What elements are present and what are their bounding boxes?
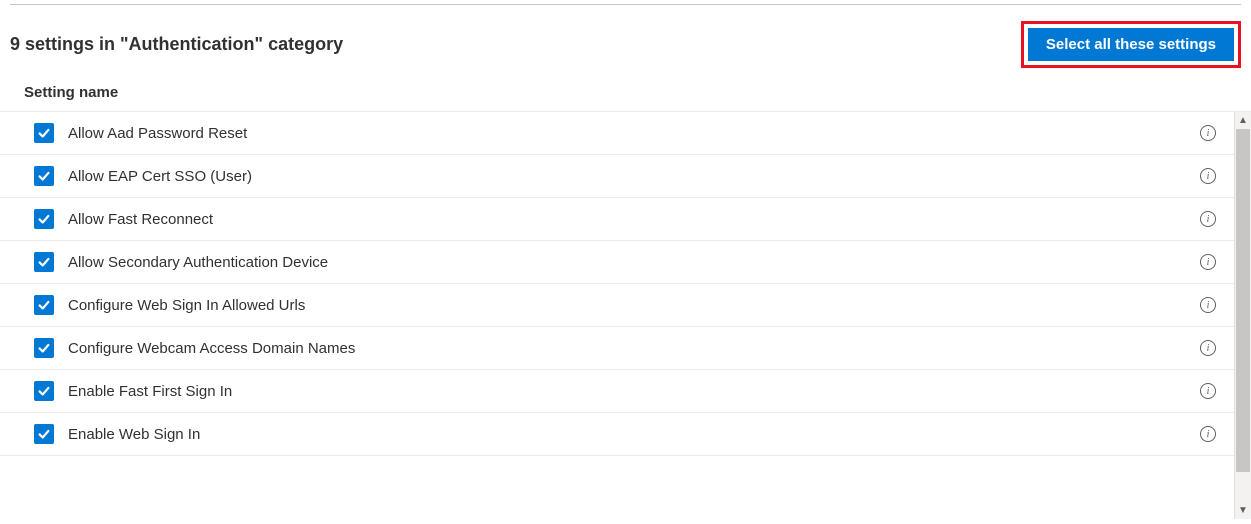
setting-row: Enable Web Sign In i: [0, 413, 1234, 456]
select-all-highlight: Select all these settings: [1021, 21, 1241, 68]
info-icon[interactable]: i: [1200, 254, 1216, 270]
column-header-setting-name: Setting name: [0, 80, 1251, 111]
scroll-down-arrow[interactable]: ▼: [1235, 502, 1251, 519]
checkbox[interactable]: [34, 424, 54, 444]
checkbox[interactable]: [34, 338, 54, 358]
checkbox[interactable]: [34, 166, 54, 186]
info-icon[interactable]: i: [1200, 426, 1216, 442]
info-icon[interactable]: i: [1200, 297, 1216, 313]
setting-row: Allow Fast Reconnect i: [0, 198, 1234, 241]
setting-row: Allow Secondary Authentication Device i: [0, 241, 1234, 284]
settings-list: Allow Aad Password ResetiAllow EAP Cert …: [0, 112, 1234, 519]
checkbox[interactable]: [34, 252, 54, 272]
setting-label: Configure Web Sign In Allowed Urls: [68, 297, 305, 314]
setting-row: Allow Aad Password Reset i: [0, 112, 1234, 155]
info-icon[interactable]: i: [1200, 168, 1216, 184]
category-title: 9 settings in "Authentication" category: [10, 34, 343, 55]
setting-label: Allow EAP Cert SSO (User): [68, 168, 252, 185]
scrollbar[interactable]: ▲ ▼: [1234, 112, 1251, 519]
setting-label: Enable Fast First Sign In: [68, 383, 232, 400]
scroll-thumb[interactable]: [1236, 129, 1250, 472]
setting-row: Configure Webcam Access Domain Names i: [0, 327, 1234, 370]
setting-label: Allow Secondary Authentication Device: [68, 254, 328, 271]
scroll-track[interactable]: [1235, 129, 1251, 502]
checkbox[interactable]: [34, 381, 54, 401]
checkbox[interactable]: [34, 123, 54, 143]
setting-label: Allow Aad Password Reset: [68, 125, 247, 142]
setting-label: Allow Fast Reconnect: [68, 211, 213, 228]
checkbox[interactable]: [34, 209, 54, 229]
settings-list-area: Allow Aad Password ResetiAllow EAP Cert …: [0, 111, 1251, 519]
setting-row: Allow EAP Cert SSO (User) i: [0, 155, 1234, 198]
setting-label: Configure Webcam Access Domain Names: [68, 340, 355, 357]
header-row: 9 settings in "Authentication" category …: [0, 5, 1251, 80]
info-icon[interactable]: i: [1200, 383, 1216, 399]
info-icon[interactable]: i: [1200, 340, 1216, 356]
setting-row: Enable Fast First Sign In i: [0, 370, 1234, 413]
select-all-button[interactable]: Select all these settings: [1028, 28, 1234, 61]
info-icon[interactable]: i: [1200, 125, 1216, 141]
scroll-up-arrow[interactable]: ▲: [1235, 112, 1251, 129]
setting-row: Configure Web Sign In Allowed Urls i: [0, 284, 1234, 327]
checkbox[interactable]: [34, 295, 54, 315]
setting-label: Enable Web Sign In: [68, 426, 200, 443]
info-icon[interactable]: i: [1200, 211, 1216, 227]
